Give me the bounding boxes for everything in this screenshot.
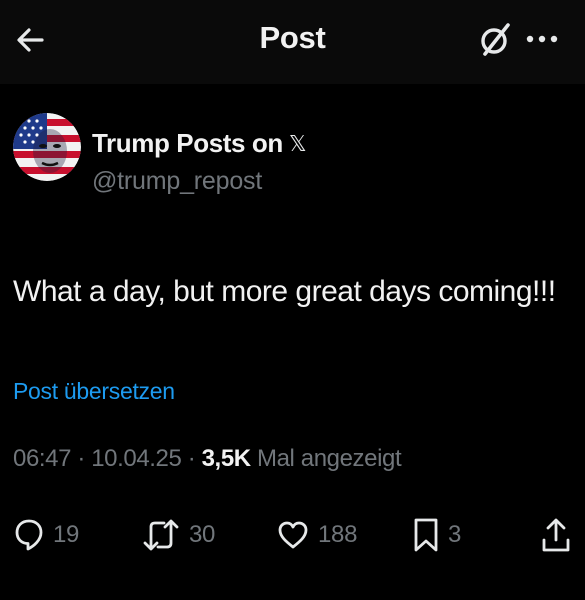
x-logo-icon: 𝕏: [288, 130, 307, 156]
more-horizontal-icon[interactable]: [525, 32, 559, 46]
heart-icon: [278, 521, 308, 549]
top-bar: Post: [0, 0, 585, 84]
views-count[interactable]: 3,5K: [202, 445, 252, 472]
author-handle[interactable]: @trump_repost: [92, 167, 262, 196]
like-button[interactable]: 188: [277, 515, 357, 555]
reply-button[interactable]: 19: [14, 515, 79, 555]
meta-separator: ·: [187, 445, 196, 472]
reply-icon: [15, 519, 43, 551]
post-time[interactable]: 06:47: [13, 445, 71, 472]
post-text: What a day, but more great days coming!!…: [13, 275, 556, 308]
views-label: Mal angezeigt: [257, 445, 402, 472]
bookmark-button[interactable]: 3: [413, 515, 461, 555]
repost-button[interactable]: 30: [142, 515, 215, 555]
grok-icon[interactable]: [476, 20, 514, 60]
translate-post-link[interactable]: Post übersetzen: [13, 378, 175, 405]
bookmark-icon: [414, 518, 438, 552]
author-display-name[interactable]: Trump Posts on: [92, 128, 283, 159]
bookmark-count: 3: [448, 521, 462, 548]
meta-separator: ·: [77, 445, 85, 472]
post-metadata: 06:47 · 10.04.25 · 3,5K Mal angezeigt: [13, 445, 402, 473]
repost-icon: [143, 519, 179, 551]
author-name-row: Trump Posts on 𝕏: [92, 128, 307, 159]
repost-count: 30: [189, 521, 216, 548]
share-button[interactable]: [541, 515, 571, 555]
reply-count: 19: [53, 521, 80, 548]
share-icon: [542, 518, 570, 552]
like-count: 188: [318, 521, 358, 548]
author-avatar[interactable]: [13, 113, 81, 181]
post-date[interactable]: 10.04.25: [91, 445, 182, 472]
